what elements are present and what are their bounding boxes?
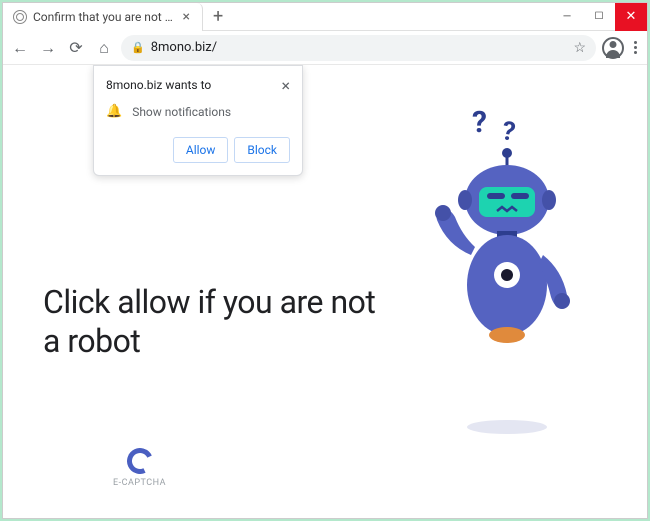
home-icon[interactable]: ⌂	[93, 37, 115, 59]
popup-permission-row: 🔔 Show notifications	[106, 104, 290, 119]
tab-title: Confirm that you are not a robot	[33, 10, 175, 24]
allow-button[interactable]: Allow	[173, 137, 229, 163]
profile-avatar-icon[interactable]	[602, 37, 624, 59]
bell-icon: 🔔	[106, 104, 122, 119]
robot-shadow	[467, 420, 547, 434]
reload-icon[interactable]: ⟳	[65, 37, 87, 59]
question-mark-icon: ?	[472, 105, 487, 140]
robot-svg	[417, 145, 597, 385]
captcha-logo: E-CAPTCHA	[113, 448, 166, 488]
new-tab-button[interactable]: +	[203, 6, 233, 27]
maximize-button[interactable]: ☐	[583, 3, 615, 31]
popup-site-label: 8mono.biz wants to	[106, 78, 211, 92]
browser-tab[interactable]: Confirm that you are not a robot ×	[3, 3, 203, 31]
globe-icon	[13, 10, 27, 24]
titlebar: Confirm that you are not a robot × + ─ ☐…	[3, 3, 647, 31]
popup-close-icon[interactable]: ×	[281, 78, 290, 94]
page-headline: Click allow if you are not a robot	[43, 283, 377, 360]
page-content: 8mono.biz wants to × 🔔 Show notification…	[3, 65, 647, 518]
block-button[interactable]: Block	[234, 137, 290, 163]
captcha-c-icon	[123, 444, 156, 477]
menu-icon[interactable]	[630, 37, 641, 58]
question-mark-icon: ?	[499, 116, 517, 148]
address-bar[interactable]: 🔒 8mono.biz/ ☆	[121, 35, 596, 61]
close-tab-icon[interactable]: ×	[181, 9, 192, 25]
url-text: 8mono.biz/	[151, 40, 568, 55]
browser-window: Confirm that you are not a robot × + ─ ☐…	[2, 2, 648, 519]
minimize-button[interactable]: ─	[551, 3, 583, 31]
forward-icon[interactable]: →	[37, 37, 59, 59]
robot-illustration: ? ?	[377, 65, 607, 518]
bookmark-star-icon[interactable]: ☆	[573, 40, 586, 56]
permission-label: Show notifications	[132, 105, 231, 119]
browser-toolbar: ← → ⟳ ⌂ 🔒 8mono.biz/ ☆	[3, 31, 647, 65]
notification-permission-popup: 8mono.biz wants to × 🔔 Show notification…	[93, 65, 303, 176]
lock-icon: 🔒	[131, 41, 145, 54]
text-section: Click allow if you are not a robot	[43, 223, 377, 360]
captcha-label: E-CAPTCHA	[113, 478, 166, 488]
back-icon[interactable]: ←	[9, 37, 31, 59]
close-window-button[interactable]: ✕	[615, 3, 647, 31]
window-controls: ─ ☐ ✕	[551, 3, 647, 31]
